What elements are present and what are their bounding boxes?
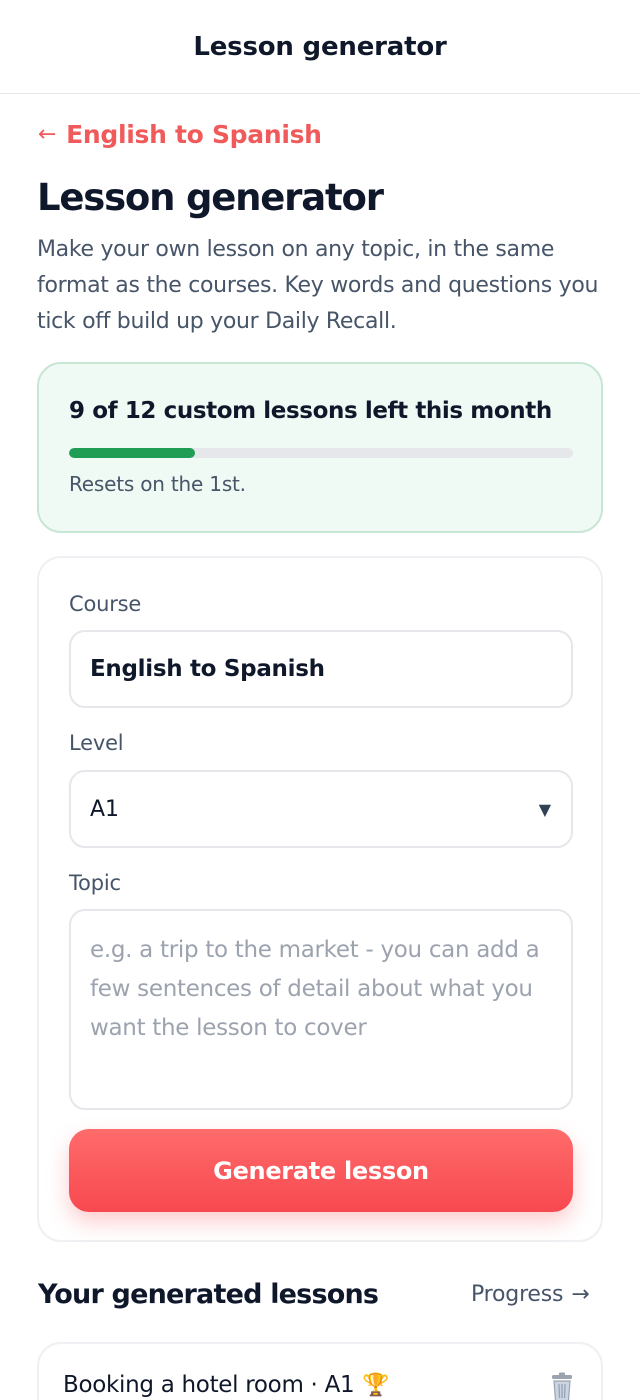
quota-card: 9 of 12 custom lessons left this month R… <box>37 362 603 533</box>
header-title: Lesson generator <box>193 31 447 62</box>
lesson-form: Course English to Spanish Level A1 ▼ Top… <box>37 556 603 1242</box>
topic-label: Topic <box>69 871 121 895</box>
lesson-item-title: Booking a hotel room · A1 <box>63 1372 355 1398</box>
topic-field[interactable] <box>69 909 573 1110</box>
progress-link[interactable]: Progress → <box>471 1282 590 1307</box>
course-label: Course <box>69 592 142 616</box>
quota-progress-bar <box>69 448 573 458</box>
top-bar: Lesson generator <box>0 0 640 94</box>
back-link-label: English to Spanish <box>66 120 322 149</box>
page-title: Lesson generator <box>37 176 384 219</box>
quota-progress-fill <box>69 448 195 458</box>
caret-down-icon: ▼ <box>538 799 551 819</box>
quota-reset-text: Resets on the 1st. <box>69 472 246 496</box>
course-field[interactable]: English to Spanish <box>69 630 573 708</box>
back-link[interactable]: ← English to Spanish <box>38 120 322 149</box>
page-description: Make your own lesson on any topic, in th… <box>37 237 599 334</box>
lesson-item-title-row: Booking a hotel room · A1 🏆 <box>63 1372 390 1398</box>
progress-link-label: Progress <box>471 1282 564 1307</box>
back-arrow-icon: ← <box>38 122 57 147</box>
quota-text: 9 of 12 custom lessons left this month <box>69 398 552 424</box>
topic-input[interactable] <box>90 931 552 1088</box>
arrow-right-icon: → <box>571 1282 590 1307</box>
generated-lessons-title: Your generated lessons <box>38 1279 379 1310</box>
lesson-item[interactable]: Booking a hotel room · A1 🏆 <box>37 1342 603 1400</box>
level-label: Level <box>69 731 124 755</box>
level-value: A1 <box>90 796 120 822</box>
course-value: English to Spanish <box>90 656 325 682</box>
trash-icon[interactable] <box>549 1372 575 1400</box>
level-select[interactable]: A1 ▼ <box>69 770 573 848</box>
generate-lesson-button[interactable]: Generate lesson <box>69 1129 573 1212</box>
trophy-icon: 🏆 <box>362 1372 390 1398</box>
